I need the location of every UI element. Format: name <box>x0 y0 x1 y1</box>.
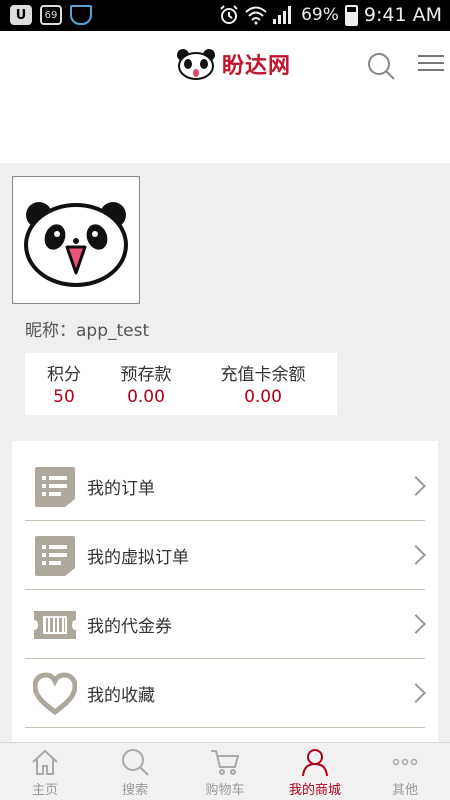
tab-cart[interactable]: 购物车 <box>180 743 270 800</box>
chevron-right-icon <box>406 476 426 496</box>
chevron-right-icon <box>406 614 426 634</box>
tab-label: 我的商城 <box>288 783 341 798</box>
voucher-icon <box>34 610 76 639</box>
u-app-icon: U <box>10 5 32 25</box>
account-stats: 积分 50 预存款 0.00 充值卡余额 0.00 <box>25 353 337 415</box>
tab-home[interactable]: 主页 <box>0 743 90 800</box>
menu-item-vouchers[interactable]: 我的代金券 <box>25 591 426 659</box>
menu-item-label: 我的订单 <box>87 479 155 499</box>
tab-my-store[interactable]: 我的商城 <box>270 743 360 800</box>
bottom-tab-bar: 主页 搜索 购物车 我的商城 其他 <box>0 742 450 800</box>
menu-item-virtual-orders[interactable]: 我的虚拟订单 <box>25 522 426 590</box>
stat-value: 0.00 <box>244 387 282 407</box>
panda-logo-icon <box>177 49 215 80</box>
status-bar: U 69 69% 9:41 AM <box>0 0 450 31</box>
wifi-icon <box>245 6 267 25</box>
stat-label: 预存款 <box>120 365 172 385</box>
shield-icon <box>70 5 92 25</box>
search-icon[interactable] <box>366 51 396 81</box>
avatar[interactable] <box>12 176 140 304</box>
panda-avatar-icon <box>24 202 128 287</box>
battery-icon <box>344 4 358 26</box>
chevron-right-icon <box>406 683 426 703</box>
notification-count: 69 <box>44 9 58 21</box>
tab-label: 其他 <box>391 783 418 798</box>
menu-item-orders[interactable]: 我的订单 <box>25 453 426 521</box>
stat-points[interactable]: 积分 50 <box>25 353 103 415</box>
stat-deposit[interactable]: 预存款 0.00 <box>103 353 189 415</box>
stat-value: 0.00 <box>127 387 165 407</box>
more-icon <box>392 758 418 766</box>
logo-text: 盼达网 <box>222 54 292 79</box>
stat-value: 50 <box>53 387 75 407</box>
menu-item-label: 我的代金券 <box>87 617 172 637</box>
virtual-order-icon <box>35 535 75 576</box>
site-logo[interactable]: 盼达网 <box>176 48 291 80</box>
notification-count-icon: 69 <box>40 5 62 25</box>
menu-list: 我的订单 我的虚拟订单 我的代金券 我的收藏 <box>12 441 438 751</box>
signal-icon <box>273 6 295 24</box>
stat-label: 积分 <box>47 365 81 385</box>
tab-label: 主页 <box>31 783 58 798</box>
tab-other[interactable]: 其他 <box>360 743 450 800</box>
menu-item-label: 我的收藏 <box>87 686 155 706</box>
battery-percent: 69% <box>301 5 339 25</box>
stat-label: 充值卡余额 <box>220 365 306 385</box>
tab-label: 购物车 <box>205 783 245 798</box>
heart-icon <box>33 671 77 715</box>
stat-card-balance[interactable]: 充值卡余额 0.00 <box>189 353 337 415</box>
user-icon <box>302 749 328 777</box>
hamburger-menu-icon[interactable] <box>418 55 444 77</box>
nickname: 昵称：app_test <box>25 321 150 341</box>
cart-icon <box>211 750 240 775</box>
menu-item-favorites[interactable]: 我的收藏 <box>25 660 426 728</box>
search-icon <box>122 749 149 776</box>
tab-label: 搜索 <box>121 783 148 798</box>
order-list-icon <box>35 466 75 507</box>
header-spacer <box>0 100 450 163</box>
chevron-right-icon <box>406 545 426 565</box>
home-icon <box>32 749 58 775</box>
menu-item-label: 我的虚拟订单 <box>87 548 189 568</box>
clock: 9:41 AM <box>363 4 442 26</box>
alarm-icon <box>220 5 238 24</box>
tab-search[interactable]: 搜索 <box>90 743 180 800</box>
app-header: 盼达网 <box>0 31 450 100</box>
